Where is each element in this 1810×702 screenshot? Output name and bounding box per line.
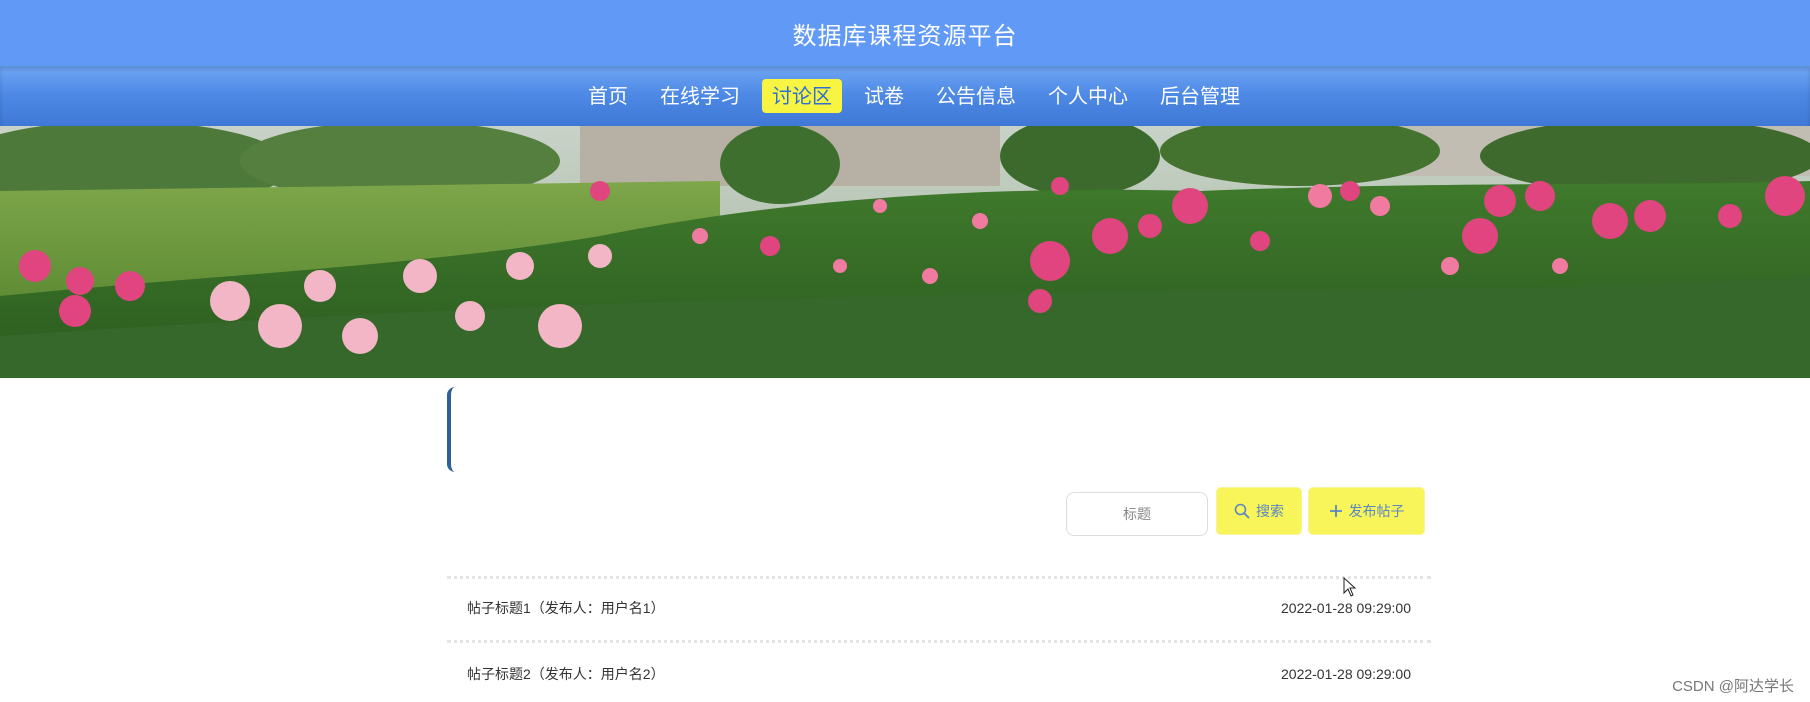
plus-icon [1329,504,1343,518]
nav-item-personal-center[interactable]: 个人中心 [1038,79,1138,113]
post-title[interactable]: 帖子标题1（发布人：用户名1） [467,598,665,618]
list-divider [447,576,1431,579]
nav-item-admin[interactable]: 后台管理 [1150,79,1250,113]
post-time: 2022-01-28 09:29:00 [1281,600,1411,616]
nav-item-online-learning[interactable]: 在线学习 [650,79,750,113]
list-divider [447,640,1431,643]
nav-list: 首页 在线学习 讨论区 试卷 公告信息 个人中心 后台管理 [578,79,1250,113]
search-button[interactable]: 搜索 [1217,488,1301,534]
site-title: 数据库课程资源平台 [792,21,1018,50]
nav-item-home[interactable]: 首页 [578,79,638,113]
post-time: 2022-01-28 09:29:00 [1281,666,1411,682]
forum-content: 搜索 发布帖子 帖子标题1（发布人：用户名1） 2022-01-28 09:29… [0,378,1810,702]
main-nav: 首页 在线学习 讨论区 试卷 公告信息 个人中心 后台管理 [0,66,1810,126]
publish-post-label: 发布帖子 [1348,503,1405,519]
post-title[interactable]: 帖子标题2（发布人：用户名2） [467,664,665,684]
nav-item-forum[interactable]: 讨论区 [762,79,842,113]
post-row[interactable]: 帖子标题2（发布人：用户名2） 2022-01-28 09:29:00 [447,646,1431,702]
section-accent-bar [447,387,455,472]
nav-item-announcements[interactable]: 公告信息 [926,79,1026,113]
search-icon [1234,503,1250,519]
publish-post-button[interactable]: 发布帖子 [1309,488,1424,534]
site-header: 数据库课程资源平台 [0,0,1810,66]
watermark: CSDN @阿达学长 [1672,678,1794,695]
title-search-input[interactable] [1066,492,1208,536]
post-row[interactable]: 帖子标题1（发布人：用户名1） 2022-01-28 09:29:00 [447,580,1431,636]
search-button-label: 搜索 [1256,503,1284,519]
nav-item-exams[interactable]: 试卷 [854,79,914,113]
mouse-cursor-icon [1343,576,1357,601]
banner-image [0,126,1810,378]
peony-garden-illustration [0,126,1810,378]
